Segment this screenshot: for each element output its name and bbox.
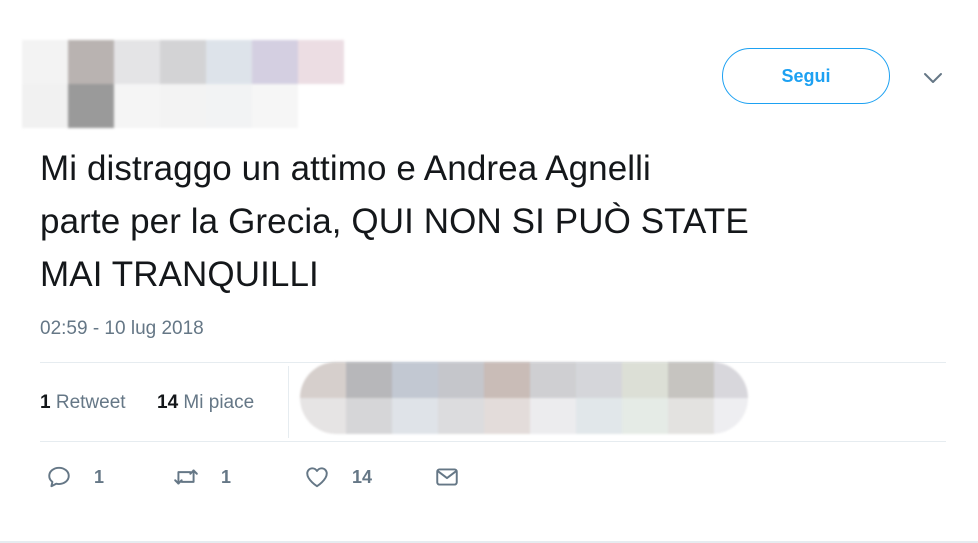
retweet-button[interactable]: 1: [173, 464, 231, 490]
retweets-stat[interactable]: 1 Retweet: [40, 392, 126, 414]
retweets-label: Retweet: [55, 392, 126, 413]
like-count: 14: [352, 466, 373, 487]
retweets-count: 1: [40, 392, 51, 413]
like-button[interactable]: 14: [304, 464, 372, 490]
reply-button[interactable]: 1: [46, 464, 104, 490]
likes-label: Mi piace: [183, 392, 255, 413]
liker-avatars-pixelated[interactable]: [300, 362, 748, 434]
retweet-icon: [174, 469, 198, 485]
tweet-text-line: parte per la Grecia, QUI NON SI PUÒ STAT…: [40, 202, 749, 241]
author-avatar-and-name-pixelated[interactable]: [22, 40, 344, 132]
tweet-text: Mi distraggo un attimo e Andrea Agnelli …: [40, 142, 940, 301]
tweet-header: Segui: [0, 0, 978, 140]
follow-button[interactable]: Segui: [722, 48, 890, 104]
chevron-down-icon[interactable]: [921, 66, 945, 90]
tweet-text-line: Mi distraggo un attimo e Andrea Agnelli: [40, 149, 651, 188]
stats-separator: [288, 366, 289, 438]
tweet-stats: 1 Retweet 14 Mi piace: [40, 362, 946, 440]
heart-icon: [306, 467, 328, 488]
envelope-icon: [436, 468, 458, 486]
reply-icon: [48, 466, 70, 488]
likes-count: 14: [157, 392, 179, 413]
tweet-text-line: MAI TRANQUILLI: [40, 255, 319, 294]
reply-count: 1: [94, 466, 105, 487]
divider: [40, 441, 946, 442]
tweet-timestamp[interactable]: 02:59 - 10 lug 2018: [40, 318, 204, 340]
direct-message-button[interactable]: [434, 464, 482, 490]
retweet-count: 1: [221, 466, 232, 487]
likes-stat[interactable]: 14 Mi piace: [157, 392, 254, 414]
tweet-actions: 1 1 14: [40, 460, 946, 500]
